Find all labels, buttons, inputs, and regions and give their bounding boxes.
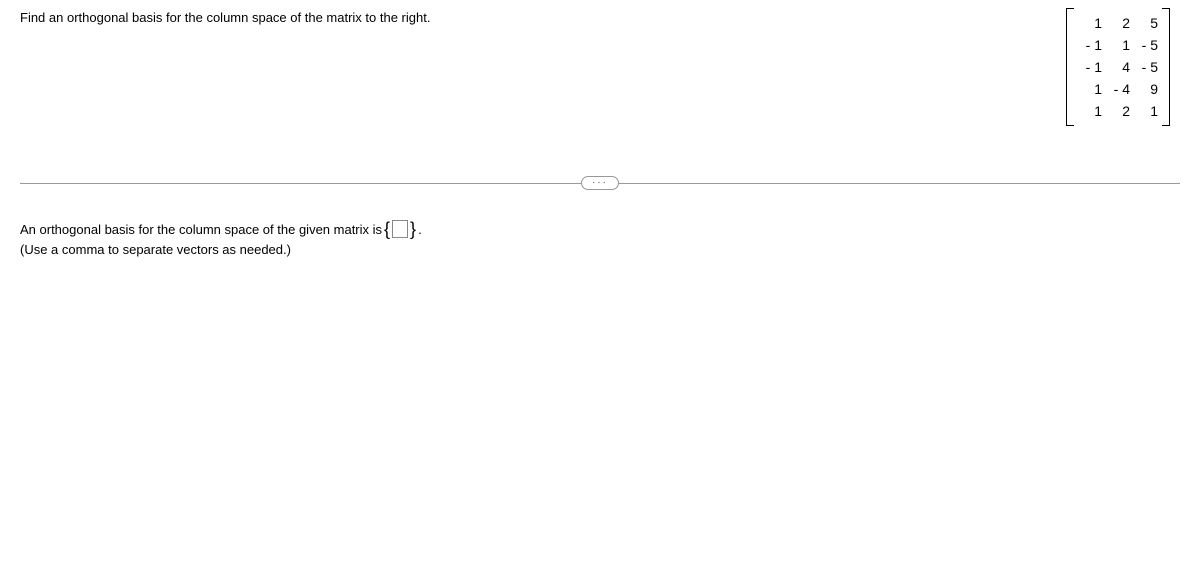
- hint-text: (Use a comma to separate vectors as need…: [20, 242, 422, 257]
- matrix-cell: 1: [1132, 100, 1160, 122]
- matrix-cell: 9: [1132, 78, 1160, 100]
- matrix-row: 1 2 5: [1076, 12, 1160, 34]
- matrix-cell: 1: [1076, 12, 1104, 34]
- matrix-cell: 2: [1104, 12, 1132, 34]
- matrix-cell: - 5: [1132, 56, 1160, 78]
- matrix: 1 2 5 - 1 1 - 5 - 1 4 - 5 1 - 4 9 1 2 1: [1066, 8, 1170, 126]
- divider-section: ···: [20, 176, 1180, 190]
- answer-section: An orthogonal basis for the column space…: [20, 220, 422, 257]
- matrix-cell: 4: [1104, 56, 1132, 78]
- matrix-cell: 2: [1104, 100, 1132, 122]
- question-text: Find an orthogonal basis for the column …: [20, 10, 430, 25]
- matrix-row: 1 - 4 9: [1076, 78, 1160, 100]
- matrix-cell: 5: [1132, 12, 1160, 34]
- divider-line: [20, 183, 581, 184]
- matrix-cell: 1: [1076, 78, 1104, 100]
- matrix-cell: - 1: [1076, 34, 1104, 56]
- matrix-row: - 1 1 - 5: [1076, 34, 1160, 56]
- answer-input[interactable]: [392, 220, 408, 238]
- matrix-cell: - 1: [1076, 56, 1104, 78]
- answer-line: An orthogonal basis for the column space…: [20, 220, 422, 238]
- matrix-right-bracket: [1162, 8, 1170, 126]
- right-brace: }: [410, 222, 416, 236]
- answer-prefix-text: An orthogonal basis for the column space…: [20, 222, 382, 237]
- divider-line: [619, 183, 1180, 184]
- matrix-row: 1 2 1: [1076, 100, 1160, 122]
- matrix-body: 1 2 5 - 1 1 - 5 - 1 4 - 5 1 - 4 9 1 2 1: [1074, 8, 1162, 126]
- matrix-left-bracket: [1066, 8, 1074, 126]
- matrix-cell: - 4: [1104, 78, 1132, 100]
- matrix-row: - 1 4 - 5: [1076, 56, 1160, 78]
- matrix-cell: 1: [1076, 100, 1104, 122]
- matrix-cell: 1: [1104, 34, 1132, 56]
- answer-suffix-text: .: [418, 222, 422, 237]
- left-brace: {: [384, 222, 390, 236]
- matrix-cell: - 5: [1132, 34, 1160, 56]
- expand-ellipsis-button[interactable]: ···: [581, 176, 619, 190]
